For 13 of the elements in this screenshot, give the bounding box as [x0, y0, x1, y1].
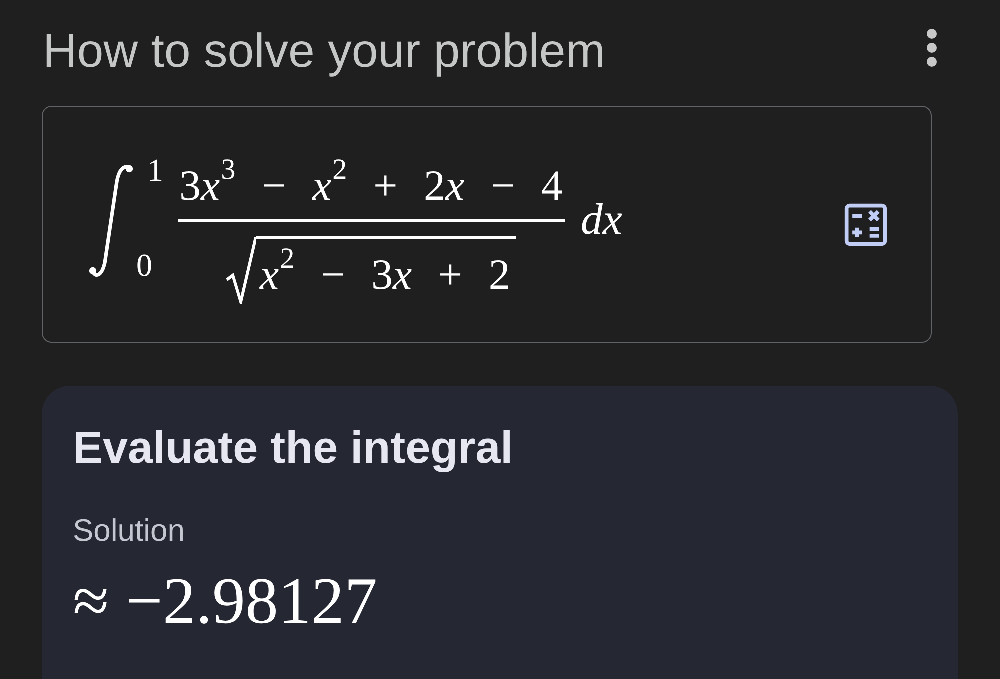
solution-label: Solution: [73, 513, 186, 549]
upper-limit: 1: [148, 154, 164, 186]
more-options-button[interactable]: [926, 28, 938, 68]
page-title: How to solve your problem: [43, 24, 606, 80]
numerator: 3x$^{3}$ − x$^{2}$ + 2x − 4: [178, 160, 564, 212]
lower-limit: 0: [136, 248, 152, 280]
solution-value: ≈ −2.98127: [73, 566, 378, 638]
card-title: Evaluate the integral: [73, 422, 514, 474]
calculator-icon[interactable]: [843, 202, 889, 248]
more-vertical-icon: [926, 28, 938, 68]
differential: dx: [580, 194, 622, 246]
radicand: x$^{2}$ − 3x + 2: [256, 236, 516, 304]
radical-sign-icon: [226, 236, 256, 304]
